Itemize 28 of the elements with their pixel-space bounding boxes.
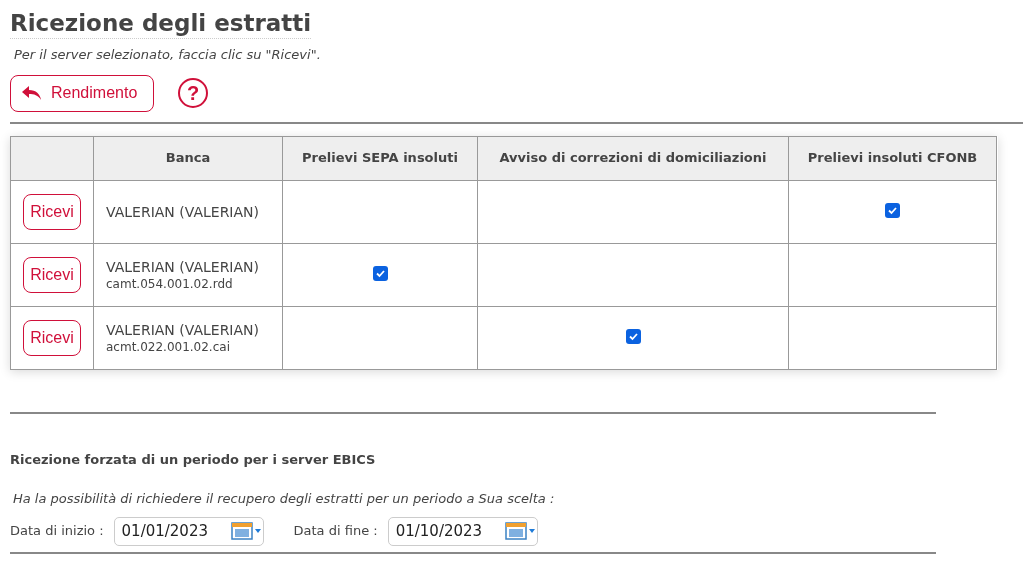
bank-name: VALERIAN (VALERIAN) <box>106 202 260 221</box>
file-name: acmt.022.001.02.cai <box>106 338 231 355</box>
receive-button[interactable]: Ricevi <box>23 319 81 356</box>
checkbox[interactable] <box>372 265 388 281</box>
column-header: Prelievi insoluti CFONB <box>807 150 978 166</box>
help-button[interactable]: ? <box>178 78 208 108</box>
bank-name: VALERIAN (VALERIAN) <box>106 320 260 339</box>
section-title: Ricezione forzata di un periodo per i server EBICS <box>10 450 377 469</box>
section-note: Ha la possibilità di richiedere il recupero degli estratti per un periodo a Sua scelta : <box>13 490 556 508</box>
bank-name: VALERIAN (VALERIAN) <box>106 257 260 276</box>
date-label: Data di inizio : <box>10 522 104 541</box>
date-field[interactable]: 01/10/2023 <box>387 516 538 546</box>
calendar-icon[interactable] <box>504 521 537 541</box>
column-header: Banca <box>165 150 211 166</box>
calendar-icon[interactable] <box>230 521 263 541</box>
receive-button[interactable]: Ricevi <box>23 256 81 293</box>
reply-arrow-icon <box>21 85 43 101</box>
back-button[interactable]: Rendimento <box>10 74 154 112</box>
file-name: camt.054.001.02.rdd <box>106 275 234 292</box>
checkbox[interactable] <box>885 202 900 218</box>
column-header: Prelievi SEPA insoluti <box>302 150 458 166</box>
date-field[interactable]: 01/01/2023 <box>113 516 264 546</box>
receive-button[interactable]: Ricevi <box>23 193 81 230</box>
date-label: Data di fine : <box>293 522 378 541</box>
page-title: Ricezione degli estratti <box>10 8 312 39</box>
checkbox[interactable] <box>625 328 641 344</box>
instruction-text: Per il server selezionato, faccia clic su "Ricevi". <box>14 46 322 64</box>
column-header: Avviso di correzioni di domiciliazioni <box>499 150 767 166</box>
